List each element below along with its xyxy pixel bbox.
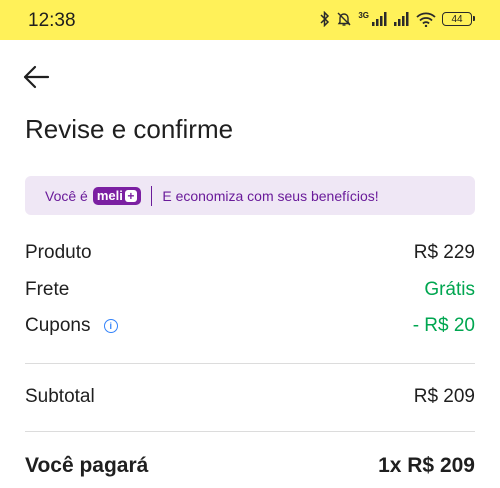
wifi-icon bbox=[416, 12, 436, 27]
network-type-label: 3G bbox=[358, 10, 369, 20]
meli-plus-banner[interactable]: Você é meli + E economiza com seus benef… bbox=[25, 176, 475, 215]
bell-muted-icon bbox=[336, 11, 352, 27]
total-label: Você pagará bbox=[25, 454, 149, 477]
summary-label: Produto bbox=[25, 242, 92, 263]
meli-plus-badge: meli + bbox=[92, 186, 141, 205]
summary-label: Frete bbox=[25, 279, 70, 300]
subtotal-label: Subtotal bbox=[25, 386, 95, 407]
subtotal-value: R$ 209 bbox=[413, 386, 475, 407]
info-icon[interactable]: i bbox=[103, 318, 118, 333]
banner-message: E economiza com seus benefícios! bbox=[162, 187, 379, 204]
summary-value: Grátis bbox=[424, 279, 475, 300]
status-bar: 12:38 3G 44 bbox=[0, 0, 500, 40]
status-time: 12:38 bbox=[28, 10, 76, 31]
divider bbox=[25, 363, 475, 364]
summary-value: R$ 229 bbox=[413, 242, 475, 263]
summary-label: Cupons bbox=[25, 315, 91, 336]
summary-row-produto: Produto R$ 229 bbox=[25, 242, 475, 264]
subtotal-row: Subtotal R$ 209 bbox=[25, 386, 475, 408]
status-icons: 3G 44 bbox=[320, 10, 475, 27]
summary-label-group: Cupons i bbox=[25, 315, 118, 337]
bluetooth-icon bbox=[320, 11, 330, 27]
arrow-left-icon bbox=[23, 65, 50, 89]
meli-plus-badge-text: meli bbox=[96, 188, 123, 203]
page-title: Revise e confirme bbox=[25, 114, 234, 144]
total-value: 1x R$ 209 bbox=[378, 454, 475, 477]
signal-icon bbox=[372, 12, 388, 26]
banner-prefix: Você é bbox=[45, 187, 88, 204]
summary-row-frete: Frete Grátis bbox=[25, 279, 475, 301]
signal-icon-2 bbox=[394, 12, 410, 26]
summary-row-cupons: Cupons i - R$ 20 bbox=[25, 315, 475, 337]
banner-divider bbox=[150, 185, 153, 206]
total-row: Você pagará 1x R$ 209 bbox=[25, 454, 475, 478]
battery-icon: 44 bbox=[442, 12, 475, 26]
back-button[interactable] bbox=[22, 64, 50, 90]
divider bbox=[25, 431, 475, 432]
plus-icon: + bbox=[124, 189, 137, 202]
summary-value: - R$ 20 bbox=[412, 315, 475, 336]
